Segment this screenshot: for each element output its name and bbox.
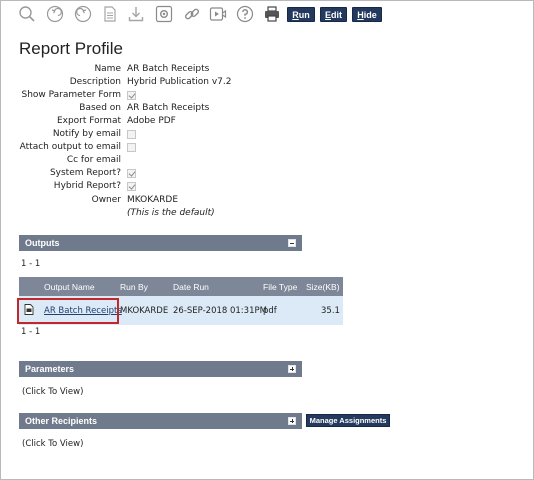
expand-icon[interactable] <box>288 417 296 425</box>
col-output-name[interactable]: Output Name <box>44 282 95 292</box>
show-parameter-form-checkbox[interactable] <box>127 91 136 100</box>
settings-icon[interactable] <box>155 5 173 23</box>
prop-attach-output: Attach output to email <box>0 142 400 155</box>
hide-button[interactable]: Hide <box>352 7 382 22</box>
prop-based-on: Based on AR Batch Receipts <box>0 103 400 116</box>
download-icon[interactable] <box>127 5 145 23</box>
outputs-pagination-top: 1 - 1 <box>21 259 41 269</box>
print-icon[interactable] <box>263 5 281 23</box>
prop-name: Name AR Batch Receipts <box>0 64 400 77</box>
other-recipients-section-header[interactable]: Other Recipients <box>19 413 302 429</box>
link-icon[interactable] <box>183 5 201 23</box>
outputs-section-header[interactable]: Outputs <box>19 235 302 251</box>
prop-system-report: System Report? <box>0 168 400 181</box>
col-file-type[interactable]: File Type <box>263 282 297 292</box>
system-report-label: System Report? <box>49 168 121 178</box>
export-format-label: Export Format <box>56 116 121 126</box>
name-label: Name <box>94 64 121 74</box>
col-run-by[interactable]: Run By <box>120 282 148 292</box>
owner-value: MKOKARDE <box>127 195 179 205</box>
owner-note: (This is the default) <box>127 208 215 218</box>
run-by-cell: MKOKARDE <box>120 306 169 316</box>
outputs-table-header: Output Name Run By Date Run File Type Si… <box>19 277 343 296</box>
notify-by-email-label: Notify by email <box>52 129 121 139</box>
expand-icon[interactable] <box>288 365 296 373</box>
other-recipients-title: Other Recipients <box>25 416 98 426</box>
file-type-cell: pdf <box>263 306 277 316</box>
description-label: Description <box>69 77 121 87</box>
prop-hybrid-report: Hybrid Report? <box>0 181 400 194</box>
prop-owner: Owner MKOKARDE <box>0 195 400 208</box>
outputs-title: Outputs <box>25 238 60 248</box>
col-date-run[interactable]: Date Run <box>173 282 209 292</box>
prop-export-format: Export Format Adobe PDF <box>0 116 400 129</box>
other-recipients-click-to-view[interactable]: (Click To View) <box>22 439 83 449</box>
parameters-click-to-view[interactable]: (Click To View) <box>22 387 83 397</box>
outputs-pagination-bottom: 1 - 1 <box>21 327 41 337</box>
undo-icon[interactable] <box>46 5 64 23</box>
owner-label: Owner <box>91 195 121 205</box>
description-value: Hybrid Publication v7.2 <box>127 77 232 87</box>
hybrid-report-checkbox[interactable] <box>127 182 136 191</box>
attach-output-checkbox[interactable] <box>127 143 136 152</box>
edit-button[interactable]: Edit <box>320 7 347 22</box>
size-cell: 35.1 <box>321 306 340 316</box>
search-icon[interactable] <box>18 5 36 23</box>
col-size[interactable]: Size(KB) <box>306 282 340 292</box>
video-icon[interactable] <box>209 5 227 23</box>
document-icon[interactable] <box>101 5 119 23</box>
hybrid-report-label: Hybrid Report? <box>53 181 121 191</box>
system-report-checkbox[interactable] <box>127 169 136 178</box>
collapse-icon[interactable] <box>288 239 296 247</box>
parameters-title: Parameters <box>25 364 75 374</box>
cc-for-email-label: Cc for email <box>66 155 121 165</box>
name-value: AR Batch Receipts <box>127 64 210 74</box>
prop-cc-for-email: Cc for email <box>0 155 400 168</box>
export-format-value: Adobe PDF <box>127 116 176 126</box>
based-on-value: AR Batch Receipts <box>127 103 210 113</box>
toolbar: Run Edit Hide <box>0 0 534 30</box>
date-run-cell: 26-SEP-2018 01:31PM <box>173 306 267 316</box>
help-icon[interactable] <box>236 5 254 23</box>
show-parameter-form-label: Show Parameter Form <box>21 90 121 100</box>
attach-output-label: Attach output to email <box>19 142 121 152</box>
based-on-label: Based on <box>79 103 121 113</box>
run-button[interactable]: Run <box>287 7 315 22</box>
prop-description: Description Hybrid Publication v7.2 <box>0 77 400 90</box>
notify-by-email-checkbox[interactable] <box>127 130 136 139</box>
manage-assignments-button[interactable]: Manage Assignments <box>306 414 390 427</box>
prop-owner-note: (This is the default) <box>0 208 400 221</box>
page-title: Report Profile <box>19 39 123 58</box>
prop-show-parameter-form: Show Parameter Form <box>0 90 400 103</box>
highlight-box <box>17 298 119 324</box>
prop-notify-by-email: Notify by email <box>0 129 400 142</box>
parameters-section-header[interactable]: Parameters <box>19 361 302 377</box>
redo-icon[interactable] <box>74 5 92 23</box>
